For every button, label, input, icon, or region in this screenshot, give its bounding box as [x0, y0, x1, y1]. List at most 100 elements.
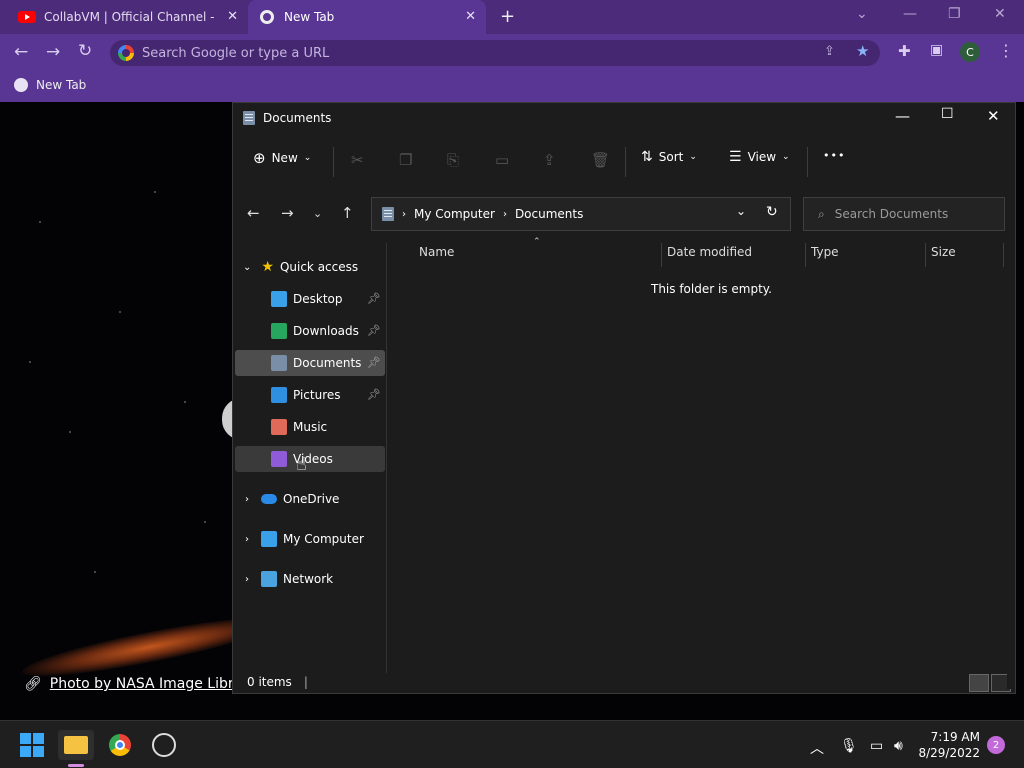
- rename-icon[interactable]: ▭: [495, 151, 509, 169]
- pin-icon[interactable]: 📌︎: [367, 388, 381, 401]
- sort-indicator-icon: ⌃: [533, 237, 541, 247]
- window-title: Documents: [263, 111, 332, 125]
- maximize-icon[interactable]: ☐: [941, 106, 954, 122]
- profile-avatar[interactable]: C: [960, 42, 980, 62]
- search-box[interactable]: ⌕ Search Documents: [803, 197, 1005, 231]
- column-type[interactable]: Type: [811, 245, 839, 259]
- nav-my-computer[interactable]: › My Computer: [235, 526, 385, 552]
- plus-circle-icon: ⊕: [253, 149, 266, 167]
- menu-icon[interactable]: ⋮: [998, 41, 1014, 60]
- refresh-icon[interactable]: ↻: [766, 204, 778, 220]
- windows-icon: [20, 733, 44, 757]
- tab-new-tab[interactable]: New Tab ✕: [248, 0, 486, 34]
- nav-item-downloads[interactable]: Downloads 📌︎: [235, 318, 385, 344]
- sort-label: Sort: [658, 150, 684, 164]
- navigation-pane: ⌄ ★ Quick access Desktop 📌︎ Downloads 📌︎ Doc…: [233, 243, 387, 673]
- microphone-icon[interactable]: 🎙︎: [840, 738, 858, 754]
- new-button[interactable]: ⊕ New ⌄: [253, 149, 311, 167]
- nav-item-documents[interactable]: Documents 📌︎: [235, 350, 385, 376]
- nav-item-music[interactable]: Music: [235, 414, 385, 440]
- search-placeholder: Search Documents: [834, 207, 949, 221]
- back-icon[interactable]: ←: [14, 42, 28, 62]
- forward-icon[interactable]: →: [281, 204, 294, 222]
- pin-icon[interactable]: 📌︎: [367, 324, 381, 337]
- bookmark-new-tab[interactable]: New Tab: [14, 78, 86, 92]
- details-view-button[interactable]: [969, 674, 989, 692]
- side-panel-icon[interactable]: ▣: [930, 42, 943, 58]
- extensions-icon[interactable]: ✚: [898, 42, 911, 60]
- column-size[interactable]: Size: [931, 245, 956, 259]
- empty-folder-message: This folder is empty.: [651, 282, 772, 296]
- recent-chevron-icon[interactable]: ⌄: [313, 207, 322, 220]
- start-button[interactable]: [14, 730, 50, 760]
- nav-item-desktop[interactable]: Desktop 📌︎: [235, 286, 385, 312]
- obs-taskbar-button[interactable]: [146, 730, 182, 760]
- breadcrumb-documents[interactable]: Documents: [515, 207, 583, 221]
- bookmark-star-icon[interactable]: ★: [856, 42, 869, 60]
- nav-label: Network: [283, 572, 334, 586]
- share-icon[interactable]: ⇪: [543, 151, 556, 169]
- share-icon[interactable]: ⇪: [824, 44, 835, 59]
- restore-icon[interactable]: ❐: [948, 6, 961, 22]
- minimize-icon[interactable]: —: [903, 6, 917, 22]
- item-count: 0 items: [247, 675, 292, 689]
- view-button[interactable]: ☰ View ⌄: [729, 149, 790, 165]
- divider: [807, 147, 808, 177]
- tab-search-chevron-icon[interactable]: ⌄: [856, 6, 868, 22]
- show-hidden-icons-icon[interactable]: ︿: [810, 738, 824, 758]
- pin-icon[interactable]: 📌︎: [367, 292, 381, 305]
- column-name[interactable]: Name: [419, 245, 454, 259]
- tab-collabvm[interactable]: CollabVM | Official Channel - You ✕: [8, 0, 248, 34]
- music-icon: [271, 419, 287, 435]
- nav-item-pictures[interactable]: Pictures 📌︎: [235, 382, 385, 408]
- close-tab-icon[interactable]: ✕: [227, 9, 238, 24]
- address-bar[interactable]: › My Computer › Documents ⌄ ↻: [371, 197, 791, 231]
- column-date-modified[interactable]: Date modified: [667, 245, 752, 259]
- delete-icon[interactable]: 🗑︎: [591, 151, 610, 169]
- reload-icon[interactable]: ↻: [78, 41, 92, 61]
- up-icon[interactable]: ↑: [341, 204, 354, 222]
- nav-item-videos[interactable]: Videos: [235, 446, 385, 472]
- nav-label: Music: [293, 420, 328, 434]
- computer-icon: [261, 531, 277, 547]
- nav-quick-access[interactable]: ⌄ ★ Quick access: [235, 254, 385, 280]
- new-tab-button[interactable]: +: [500, 6, 515, 27]
- column-divider[interactable]: [925, 243, 926, 267]
- chrome-taskbar-button[interactable]: [102, 730, 138, 760]
- scrollbar[interactable]: [1007, 207, 1015, 689]
- notification-badge[interactable]: 2: [987, 736, 1005, 754]
- close-icon[interactable]: ✕: [987, 107, 1000, 125]
- copy-icon[interactable]: ❐: [399, 151, 412, 169]
- nav-label: Quick access: [279, 260, 359, 274]
- network-icon: [261, 571, 277, 587]
- omnibox[interactable]: Search Google or type a URL ⇪ ★: [110, 40, 880, 66]
- cut-icon[interactable]: ✂: [351, 151, 364, 169]
- close-tab-icon[interactable]: ✕: [465, 9, 476, 24]
- sort-button[interactable]: ⇅ Sort ⌄: [641, 149, 697, 165]
- file-explorer-taskbar-button[interactable]: [58, 730, 94, 760]
- search-icon: ⌕: [818, 206, 825, 221]
- paste-icon[interactable]: ⎘: [447, 151, 459, 169]
- column-divider[interactable]: [805, 243, 806, 267]
- column-divider[interactable]: [661, 243, 662, 267]
- screen: CollabVM | Official Channel - You ✕ New …: [0, 0, 1024, 768]
- photo-credit-link[interactable]: Photo by NASA Image Library: [50, 676, 256, 692]
- more-options-button[interactable]: •••: [823, 149, 845, 162]
- pin-icon[interactable]: 📌︎: [367, 356, 381, 369]
- chevron-down-icon: ⌄: [689, 152, 697, 162]
- column-divider[interactable]: [1003, 243, 1004, 267]
- clock-date: 8/29/2022: [918, 746, 980, 760]
- breadcrumb-my-computer[interactable]: My Computer: [414, 207, 495, 221]
- forward-icon[interactable]: →: [46, 42, 60, 62]
- view-label: View: [747, 150, 777, 164]
- volume-icon[interactable]: 🔊︎: [894, 738, 903, 754]
- clock[interactable]: 7:19 AM 8/29/2022: [918, 729, 980, 761]
- nav-network[interactable]: › Network: [235, 566, 385, 592]
- photo-credit[interactable]: 🔗︎ Photo by NASA Image Library: [24, 676, 256, 692]
- back-icon[interactable]: ←: [247, 204, 260, 222]
- minimize-icon[interactable]: —: [895, 107, 910, 125]
- network-icon[interactable]: ▭: [870, 738, 883, 754]
- nav-onedrive[interactable]: › OneDrive: [235, 486, 385, 512]
- address-dropdown-icon[interactable]: ⌄: [736, 204, 746, 218]
- close-window-icon[interactable]: ✕: [994, 6, 1006, 22]
